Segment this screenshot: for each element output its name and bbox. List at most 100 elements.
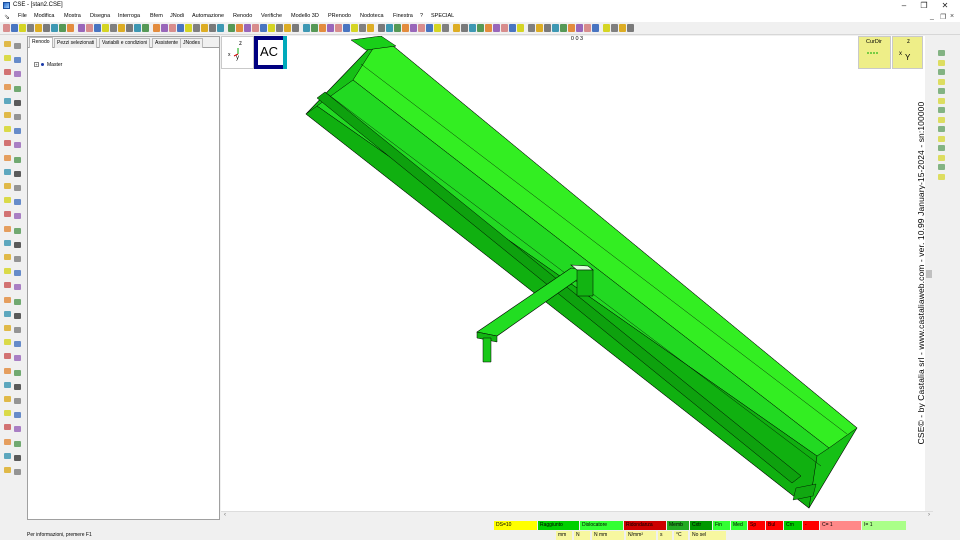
left-toolbar-button-icon[interactable] bbox=[14, 241, 21, 248]
right-toolbar-button-icon[interactable] bbox=[938, 154, 945, 161]
toolbar-button-icon[interactable] bbox=[252, 24, 259, 32]
left-toolbar-button-icon[interactable] bbox=[4, 211, 11, 218]
left-toolbar-button-icon[interactable] bbox=[4, 254, 11, 260]
toolbar-button-icon[interactable] bbox=[284, 24, 291, 32]
toolbar-button-icon[interactable] bbox=[402, 24, 409, 32]
toolbar-button-icon[interactable] bbox=[153, 24, 160, 32]
toolbar-button-icon[interactable] bbox=[469, 24, 476, 32]
left-toolbar-button-icon[interactable] bbox=[14, 454, 21, 461]
left-toolbar-button-icon[interactable] bbox=[14, 114, 21, 120]
toolbar-button-icon[interactable] bbox=[102, 24, 109, 32]
toolbar-button-icon[interactable] bbox=[453, 24, 460, 32]
left-toolbar-button-icon[interactable] bbox=[14, 355, 21, 362]
mdi-close-button[interactable]: × bbox=[950, 13, 954, 20]
toolbar-button-icon[interactable] bbox=[268, 24, 275, 32]
mdi-restore-button[interactable]: ❐ bbox=[940, 13, 946, 21]
left-toolbar-button-icon[interactable] bbox=[4, 239, 11, 246]
toolbar-button-icon[interactable] bbox=[86, 24, 93, 32]
toolbar-button-icon[interactable] bbox=[619, 24, 626, 32]
restore-button[interactable]: ❐ bbox=[916, 0, 932, 12]
toolbar-button-icon[interactable] bbox=[378, 24, 385, 32]
toolbar-button-icon[interactable] bbox=[461, 24, 468, 32]
left-toolbar-button-icon[interactable] bbox=[4, 367, 11, 374]
toolbar-button-icon[interactable] bbox=[477, 24, 484, 32]
model-viewport[interactable]: 0 0 3 bbox=[221, 36, 933, 511]
toolbar-button-icon[interactable] bbox=[327, 24, 334, 32]
right-toolbar-button-icon[interactable] bbox=[938, 78, 945, 85]
toolbar-button-icon[interactable] bbox=[351, 24, 358, 32]
toolbar-button-icon[interactable] bbox=[584, 24, 591, 32]
toolbar-button-icon[interactable] bbox=[592, 24, 599, 32]
system-menu-icon[interactable]: ⇘ bbox=[4, 13, 10, 21]
left-toolbar-button-icon[interactable] bbox=[14, 85, 21, 92]
left-toolbar-button-icon[interactable] bbox=[4, 396, 11, 402]
menu-disegna[interactable]: Disegna bbox=[90, 13, 110, 19]
left-toolbar-button-icon[interactable] bbox=[14, 213, 21, 220]
left-toolbar-button-icon[interactable] bbox=[14, 142, 21, 149]
toolbar-button-icon[interactable] bbox=[576, 24, 583, 32]
toolbar-button-icon[interactable] bbox=[493, 24, 500, 32]
left-toolbar-button-icon[interactable] bbox=[4, 325, 11, 331]
left-toolbar-button-icon[interactable] bbox=[14, 99, 21, 106]
toolbar-button-icon[interactable] bbox=[228, 24, 235, 32]
toolbar-button-icon[interactable] bbox=[536, 24, 543, 32]
left-toolbar-button-icon[interactable] bbox=[4, 225, 11, 232]
toolbar-button-icon[interactable] bbox=[244, 24, 251, 32]
curdir-indicator[interactable]: CurDir bbox=[858, 36, 891, 69]
model-3d-view[interactable] bbox=[221, 36, 933, 511]
left-toolbar-button-icon[interactable] bbox=[14, 284, 21, 291]
left-toolbar-button-icon[interactable] bbox=[4, 97, 11, 104]
menu-renodo[interactable]: Renodo bbox=[233, 13, 252, 19]
left-toolbar-button-icon[interactable] bbox=[14, 383, 21, 390]
left-toolbar-button-icon[interactable] bbox=[14, 227, 21, 234]
menu-jnodi[interactable]: JNodi bbox=[170, 13, 184, 19]
menu-modello-3d[interactable]: Modello 3D bbox=[291, 13, 319, 19]
tab-assistente[interactable]: Assistente bbox=[152, 38, 182, 48]
right-toolbar-button-icon[interactable] bbox=[938, 59, 945, 66]
toolbar-button-icon[interactable] bbox=[67, 24, 74, 32]
left-toolbar-button-icon[interactable] bbox=[4, 410, 11, 417]
toolbar-button-icon[interactable] bbox=[386, 24, 393, 32]
toolbar-button-icon[interactable] bbox=[185, 24, 192, 32]
left-toolbar-button-icon[interactable] bbox=[4, 140, 11, 147]
menu-nodoteca[interactable]: Nodoteca bbox=[360, 13, 384, 19]
toolbar-button-icon[interactable] bbox=[509, 24, 516, 32]
scroll-right-icon[interactable]: › bbox=[928, 512, 930, 518]
toolbar-button-icon[interactable] bbox=[59, 24, 66, 32]
left-toolbar-button-icon[interactable] bbox=[14, 298, 21, 305]
left-toolbar-button-icon[interactable] bbox=[14, 43, 21, 49]
left-toolbar-button-icon[interactable] bbox=[4, 154, 11, 161]
toolbar-button-icon[interactable] bbox=[319, 24, 326, 32]
toolbar-button-icon[interactable] bbox=[303, 24, 310, 32]
left-toolbar-button-icon[interactable] bbox=[14, 440, 21, 447]
toolbar-button-icon[interactable] bbox=[193, 24, 200, 32]
toolbar-button-icon[interactable] bbox=[517, 24, 524, 32]
toolbar-button-icon[interactable] bbox=[169, 24, 176, 32]
toolbar-button-icon[interactable] bbox=[434, 24, 441, 32]
toolbar-button-icon[interactable] bbox=[51, 24, 58, 32]
toolbar-button-icon[interactable] bbox=[3, 24, 10, 32]
left-toolbar-button-icon[interactable] bbox=[14, 398, 21, 404]
left-toolbar-button-icon[interactable] bbox=[14, 426, 21, 433]
left-toolbar-button-icon[interactable] bbox=[4, 69, 11, 76]
right-toolbar-button-icon[interactable] bbox=[938, 135, 945, 142]
toolbar-button-icon[interactable] bbox=[485, 24, 492, 32]
menu-help[interactable]: ? bbox=[420, 13, 423, 19]
toolbar-button-icon[interactable] bbox=[426, 24, 433, 32]
menu-prenodo[interactable]: PRenodo bbox=[328, 13, 351, 19]
toolbar-button-icon[interactable] bbox=[134, 24, 141, 32]
left-toolbar-button-icon[interactable] bbox=[14, 170, 21, 177]
toolbar-button-icon[interactable] bbox=[560, 24, 567, 32]
right-toolbar-button-icon[interactable] bbox=[938, 164, 945, 170]
toolbar-button-icon[interactable] bbox=[43, 24, 50, 32]
toolbar-button-icon[interactable] bbox=[276, 24, 283, 32]
menu-automazione[interactable]: Automazione bbox=[192, 13, 224, 19]
toolbar-button-icon[interactable] bbox=[209, 24, 216, 32]
horizontal-scrollbar[interactable]: ‹ › bbox=[221, 511, 933, 520]
toolbar-button-icon[interactable] bbox=[94, 24, 101, 32]
tab-renodo[interactable]: Renodo bbox=[29, 37, 53, 48]
tree-expander-icon[interactable]: + bbox=[34, 62, 39, 68]
menu-modifica[interactable]: Modifica bbox=[34, 13, 54, 19]
left-toolbar-button-icon[interactable] bbox=[14, 71, 21, 78]
toolbar-button-icon[interactable] bbox=[292, 24, 299, 32]
